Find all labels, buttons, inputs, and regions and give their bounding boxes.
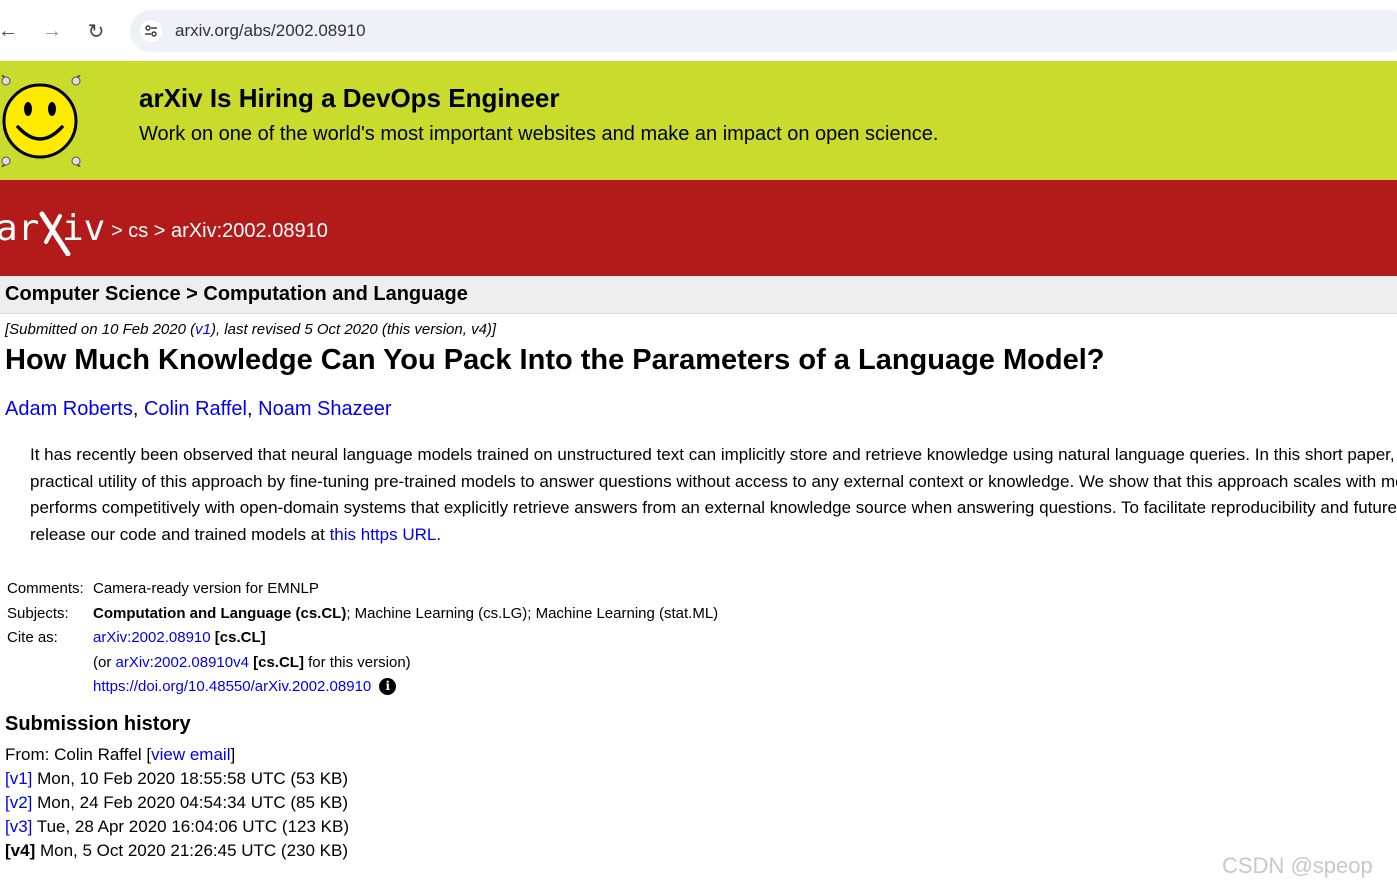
submission-dateline: [Submitted on 10 Feb 2020 (v1), last rev… bbox=[5, 321, 496, 338]
primary-subject: Computation and Language (cs.CL) bbox=[93, 604, 347, 622]
site-settings-icon[interactable] bbox=[140, 20, 162, 42]
reload-icon[interactable]: ↻ bbox=[82, 17, 110, 45]
info-icon[interactable]: i bbox=[379, 678, 397, 695]
version-details: Tue, 28 Apr 2020 16:04:06 UTC (123 KB) bbox=[32, 817, 349, 836]
url-text[interactable]: arxiv.org/abs/2002.08910 bbox=[175, 21, 366, 41]
current-version-tag: [v4] bbox=[5, 841, 36, 860]
cite-version-prefix: (or bbox=[93, 653, 116, 671]
svg-text:iv: iv bbox=[62, 208, 105, 249]
history-from-prefix: From: Colin Raffel [ bbox=[5, 745, 152, 764]
doi-row: https://doi.org/10.48550/arXiv.2002.0891… bbox=[7, 675, 718, 700]
submission-history-heading: Submission history bbox=[5, 713, 191, 735]
author-separator: , bbox=[247, 398, 259, 420]
history-from-suffix: ] bbox=[230, 745, 236, 764]
version-link[interactable]: [v1] bbox=[5, 769, 32, 788]
banner-title[interactable]: arXiv Is Hiring a DevOps Engineer bbox=[139, 83, 559, 114]
abstract-line: release our code and trained models at t… bbox=[30, 522, 1397, 549]
code-url-link[interactable]: this https URL bbox=[330, 525, 437, 544]
cite-link[interactable]: arXiv:2002.08910 bbox=[93, 629, 211, 646]
cite-version-category: [cs.CL] bbox=[253, 653, 304, 671]
doi-link[interactable]: https://doi.org/10.48550/arXiv.2002.0891… bbox=[93, 678, 371, 695]
breadcrumb-paper-id: arXiv:2002.08910 bbox=[171, 220, 328, 242]
subjects-row: Subjects: Computation and Language (cs.C… bbox=[7, 602, 718, 627]
history-version-row: [v4] Mon, 5 Oct 2020 21:26:45 UTC (230 K… bbox=[5, 839, 349, 863]
site-header: ar iv > cs > arXiv:2002.08910 bbox=[0, 180, 1397, 276]
version-details: Mon, 5 Oct 2020 21:26:45 UTC (230 KB) bbox=[35, 841, 349, 860]
author-separator: , bbox=[132, 398, 144, 420]
version-details: Mon, 24 Feb 2020 04:54:34 UTC (85 KB) bbox=[32, 793, 349, 812]
cite-version-link[interactable]: arXiv:2002.08910v4 bbox=[116, 654, 249, 671]
back-icon[interactable]: ← bbox=[0, 17, 22, 45]
history-from: From: Colin Raffel [view email] bbox=[5, 743, 349, 767]
svg-text:ar: ar bbox=[0, 208, 39, 249]
abstract-line: It has recently been observed that neura… bbox=[30, 445, 1397, 464]
abstract-text: . bbox=[436, 524, 442, 544]
dateline-suffix: ), last revised 5 Oct 2020 (this version… bbox=[210, 321, 497, 338]
smiley-icon bbox=[1, 75, 81, 167]
browser-toolbar: ← → ↻ arxiv.org/abs/2002.08910 bbox=[0, 0, 1397, 61]
metadata-table: Comments: Camera-ready version for EMNLP… bbox=[7, 577, 718, 700]
breadcrumb-separator: > bbox=[148, 220, 172, 242]
version-link[interactable]: [v2] bbox=[5, 793, 32, 812]
author-link[interactable]: Noam Shazeer bbox=[258, 398, 391, 420]
banner-subtitle: Work on one of the world's most importan… bbox=[139, 123, 939, 145]
abstract-line: performs competitively with open-domain … bbox=[30, 498, 1397, 517]
history-version-row: [v1] Mon, 10 Feb 2020 18:55:58 UTC (53 K… bbox=[5, 767, 349, 791]
history-version-row: [v2] Mon, 24 Feb 2020 04:54:34 UTC (85 K… bbox=[5, 791, 349, 815]
watermark: CSDN @speop bbox=[1222, 853, 1373, 878]
view-email-link[interactable]: view email bbox=[151, 745, 230, 764]
submission-history: From: Colin Raffel [view email] [v1] Mon… bbox=[5, 743, 349, 863]
breadcrumb-separator: > bbox=[111, 220, 129, 242]
comments-row: Comments: Camera-ready version for EMNLP bbox=[7, 577, 718, 602]
other-subjects: ; Machine Learning (cs.LG); Machine Lear… bbox=[346, 604, 719, 622]
history-version-row: [v3] Tue, 28 Apr 2020 16:04:06 UTC (123 … bbox=[5, 815, 349, 839]
subjects-label: Subjects: bbox=[7, 604, 69, 622]
author-list: Adam Roberts, Colin Raffel, Noam Shazeer bbox=[5, 398, 392, 421]
category-heading: Computer Science > Computation and Langu… bbox=[5, 283, 468, 305]
comments-label: Comments: bbox=[7, 580, 84, 597]
paper-title: How Much Knowledge Can You Pack Into the… bbox=[5, 344, 1105, 376]
abstract-text: release our code and trained models at bbox=[30, 524, 330, 544]
abstract-line: practical utility of this approach by fi… bbox=[30, 471, 1397, 491]
cite-label: Cite as: bbox=[7, 629, 58, 646]
version-v1-link[interactable]: v1 bbox=[195, 321, 211, 338]
cite-row: Cite as: arXiv:2002.08910 [cs.CL] bbox=[7, 626, 718, 651]
forward-icon[interactable]: → bbox=[38, 17, 66, 45]
cite-category: [cs.CL] bbox=[214, 629, 266, 646]
author-link[interactable]: Adam Roberts bbox=[5, 398, 133, 420]
cite-version-row: (or arXiv:2002.08910v4 [cs.CL] for this … bbox=[7, 651, 718, 676]
category-subheader: Computer Science > Computation and Langu… bbox=[0, 276, 1397, 314]
version-details: Mon, 10 Feb 2020 18:55:58 UTC (53 KB) bbox=[32, 769, 349, 788]
hiring-banner[interactable]: arXiv Is Hiring a DevOps Engineer Work o… bbox=[0, 61, 1397, 180]
comments-value: Camera-ready version for EMNLP bbox=[93, 580, 319, 597]
arxiv-logo[interactable]: ar iv bbox=[0, 202, 106, 256]
version-link[interactable]: [v3] bbox=[5, 817, 32, 836]
breadcrumb-cs[interactable]: cs bbox=[128, 220, 148, 242]
cite-version-suffix: for this version) bbox=[303, 653, 411, 671]
address-bar[interactable]: arxiv.org/abs/2002.08910 bbox=[130, 10, 1397, 52]
breadcrumb: > cs > arXiv:2002.08910 bbox=[111, 220, 328, 243]
dateline-prefix: [Submitted on 10 Feb 2020 ( bbox=[5, 321, 196, 338]
author-link[interactable]: Colin Raffel bbox=[144, 398, 247, 420]
abstract: It has recently been observed that neura… bbox=[30, 442, 1397, 548]
